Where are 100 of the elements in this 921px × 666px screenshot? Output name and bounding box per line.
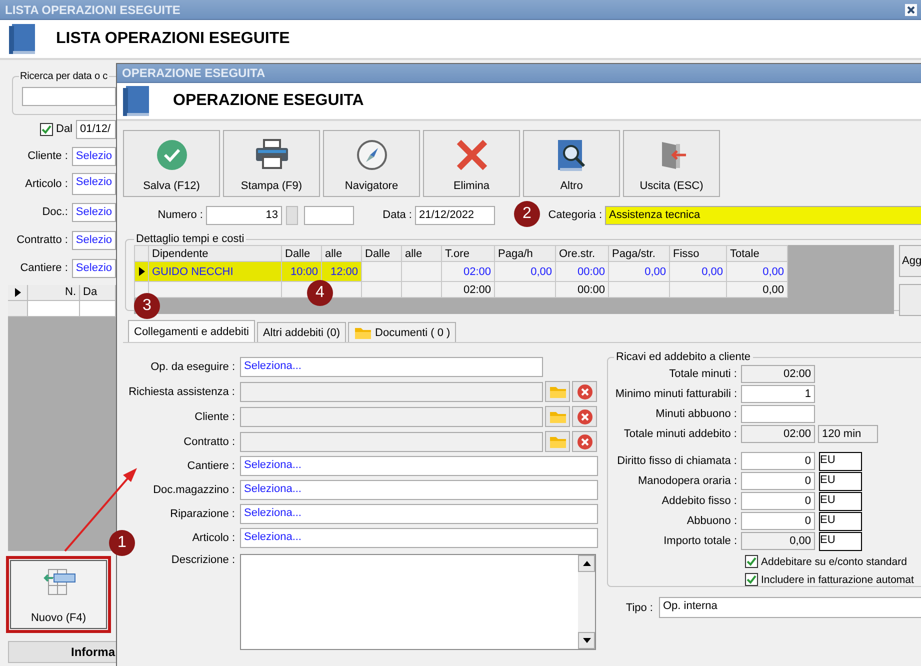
- column-header: alle: [322, 246, 362, 262]
- input-field[interactable]: 0: [741, 512, 815, 530]
- number-field[interactable]: 13: [206, 206, 282, 224]
- field-label: Minimo minuti fatturabili :: [614, 388, 738, 400]
- table-cell: 0,00: [494, 262, 556, 282]
- select-field[interactable]: Selezio: [72, 202, 116, 222]
- new-button[interactable]: Nuovo (F4): [10, 560, 107, 629]
- clear-icon: [576, 384, 592, 400]
- table-cell: 10:00: [282, 262, 322, 282]
- checkbox[interactable]: [745, 555, 758, 568]
- table-cell: 02:00: [442, 262, 494, 282]
- table-cell: 00:00: [556, 262, 608, 282]
- input-field[interactable]: 0: [741, 472, 815, 490]
- tab[interactable]: Altri addebiti (0): [256, 322, 346, 342]
- suffix-field[interactable]: [304, 206, 354, 224]
- scroll-up-button[interactable]: [578, 555, 595, 572]
- currency-field[interactable]: EU: [819, 452, 862, 470]
- lookup-field[interactable]: [240, 406, 543, 426]
- currency-field[interactable]: EU: [819, 472, 862, 490]
- folder-icon: [548, 434, 566, 448]
- select-field[interactable]: Selezio: [72, 230, 116, 250]
- scroll-down-button[interactable]: [578, 632, 595, 649]
- field-label: Articolo :: [191, 532, 236, 544]
- toolbar-button[interactable]: Uscita (ESC): [623, 130, 720, 197]
- currency-field[interactable]: EU: [819, 532, 862, 550]
- type-field[interactable]: Op. interna: [659, 597, 921, 618]
- group-title: Ricerca per data o c: [19, 71, 108, 82]
- lookup-field[interactable]: [240, 382, 543, 402]
- info-button[interactable]: Informa: [8, 641, 116, 663]
- table-cell: [402, 282, 442, 298]
- column-header: Da: [80, 285, 116, 301]
- book-icon: [9, 24, 35, 54]
- currency-field[interactable]: EU: [819, 512, 862, 530]
- add-button[interactable]: Agg: [899, 245, 921, 277]
- table-cell: [494, 282, 556, 298]
- toolbar-button[interactable]: Navigatore: [323, 130, 420, 197]
- check-circle-icon: [156, 139, 188, 171]
- readonly-field: 02:00: [741, 365, 815, 383]
- row-selector[interactable]: [134, 262, 148, 282]
- magnifier-book-icon: [556, 139, 588, 173]
- scroll-bar[interactable]: [578, 555, 595, 649]
- clear-icon: [576, 408, 592, 424]
- page-heading: LISTA OPERAZIONI ESEGUITE: [56, 30, 290, 48]
- toolbar-button[interactable]: Stampa (F9): [223, 130, 320, 197]
- select-field[interactable]: Selezio: [72, 146, 116, 166]
- column-header: alle: [402, 246, 442, 262]
- table-add-icon: [42, 567, 76, 597]
- column-header: T.ore: [442, 246, 494, 262]
- input-field[interactable]: 0: [741, 452, 815, 470]
- compass-icon: [356, 139, 388, 171]
- readonly-field: 0,00: [741, 532, 815, 550]
- field-label: Cliente :: [194, 410, 236, 422]
- select-field[interactable]: Seleziona...: [240, 357, 543, 377]
- select-field[interactable]: Selezio: [72, 173, 116, 195]
- clear-icon: [576, 434, 592, 450]
- close-icon[interactable]: [905, 4, 917, 16]
- date-field[interactable]: 21/12/2022: [415, 206, 495, 224]
- date-field[interactable]: 01/12/: [76, 120, 116, 138]
- field-label: Numero :: [156, 209, 204, 221]
- field-label: Totale minuti :: [668, 368, 738, 380]
- checkbox[interactable]: [745, 573, 758, 586]
- select-field[interactable]: Seleziona...: [240, 480, 598, 500]
- table-cell: [608, 282, 670, 298]
- toolbar-button[interactable]: Elimina: [423, 130, 520, 197]
- window-title: OPERAZIONE ESEGUITA: [122, 66, 266, 80]
- table-cell: 02:00: [442, 282, 494, 298]
- field-label: Totale minuti addebito :: [622, 428, 738, 440]
- input-field[interactable]: 0: [741, 492, 815, 510]
- input-field[interactable]: 1: [741, 385, 815, 403]
- table-cell: [362, 282, 402, 298]
- toolbar-button[interactable]: Altro: [523, 130, 620, 197]
- column-header: Paga/str.: [608, 246, 670, 262]
- clear-button[interactable]: [572, 381, 597, 402]
- window-title: LISTA OPERAZIONI ESEGUITE: [5, 2, 180, 16]
- tab[interactable]: Collegamenti e addebiti: [128, 320, 255, 342]
- input-field[interactable]: [741, 405, 815, 423]
- tab[interactable]: Documenti ( 0 ): [348, 322, 456, 342]
- currency-field[interactable]: EU: [819, 492, 862, 510]
- table-cell: 12:00: [322, 262, 362, 282]
- row-pointer-icon: [14, 288, 20, 297]
- field-label: Minuti abbuono :: [654, 408, 738, 420]
- folder-icon: [354, 326, 372, 340]
- group-title: Ricavi ed addebito a cliente: [615, 351, 752, 363]
- select-field[interactable]: Seleziona...: [240, 528, 598, 548]
- readonly-field: 02:00: [741, 425, 815, 443]
- toolbar-button[interactable]: Salva (F12): [123, 130, 220, 197]
- field-label: Articolo :: [24, 178, 69, 190]
- select-field[interactable]: Selezio: [72, 258, 116, 278]
- folder-icon: [548, 410, 566, 424]
- lookup-field[interactable]: [240, 432, 543, 452]
- clear-button[interactable]: [572, 406, 597, 427]
- category-field[interactable]: Assistenza tecnica: [605, 206, 921, 224]
- field-label: Diritto fisso di chiamata :: [616, 455, 738, 467]
- field-label: Manodopera oraria :: [636, 475, 738, 487]
- search-field[interactable]: [22, 87, 116, 106]
- column-header: Dalle: [282, 246, 322, 262]
- select-field[interactable]: Seleziona...: [240, 456, 598, 476]
- clear-button[interactable]: [572, 431, 597, 452]
- checkbox[interactable]: [40, 122, 53, 136]
- select-field[interactable]: Seleziona...: [240, 504, 598, 524]
